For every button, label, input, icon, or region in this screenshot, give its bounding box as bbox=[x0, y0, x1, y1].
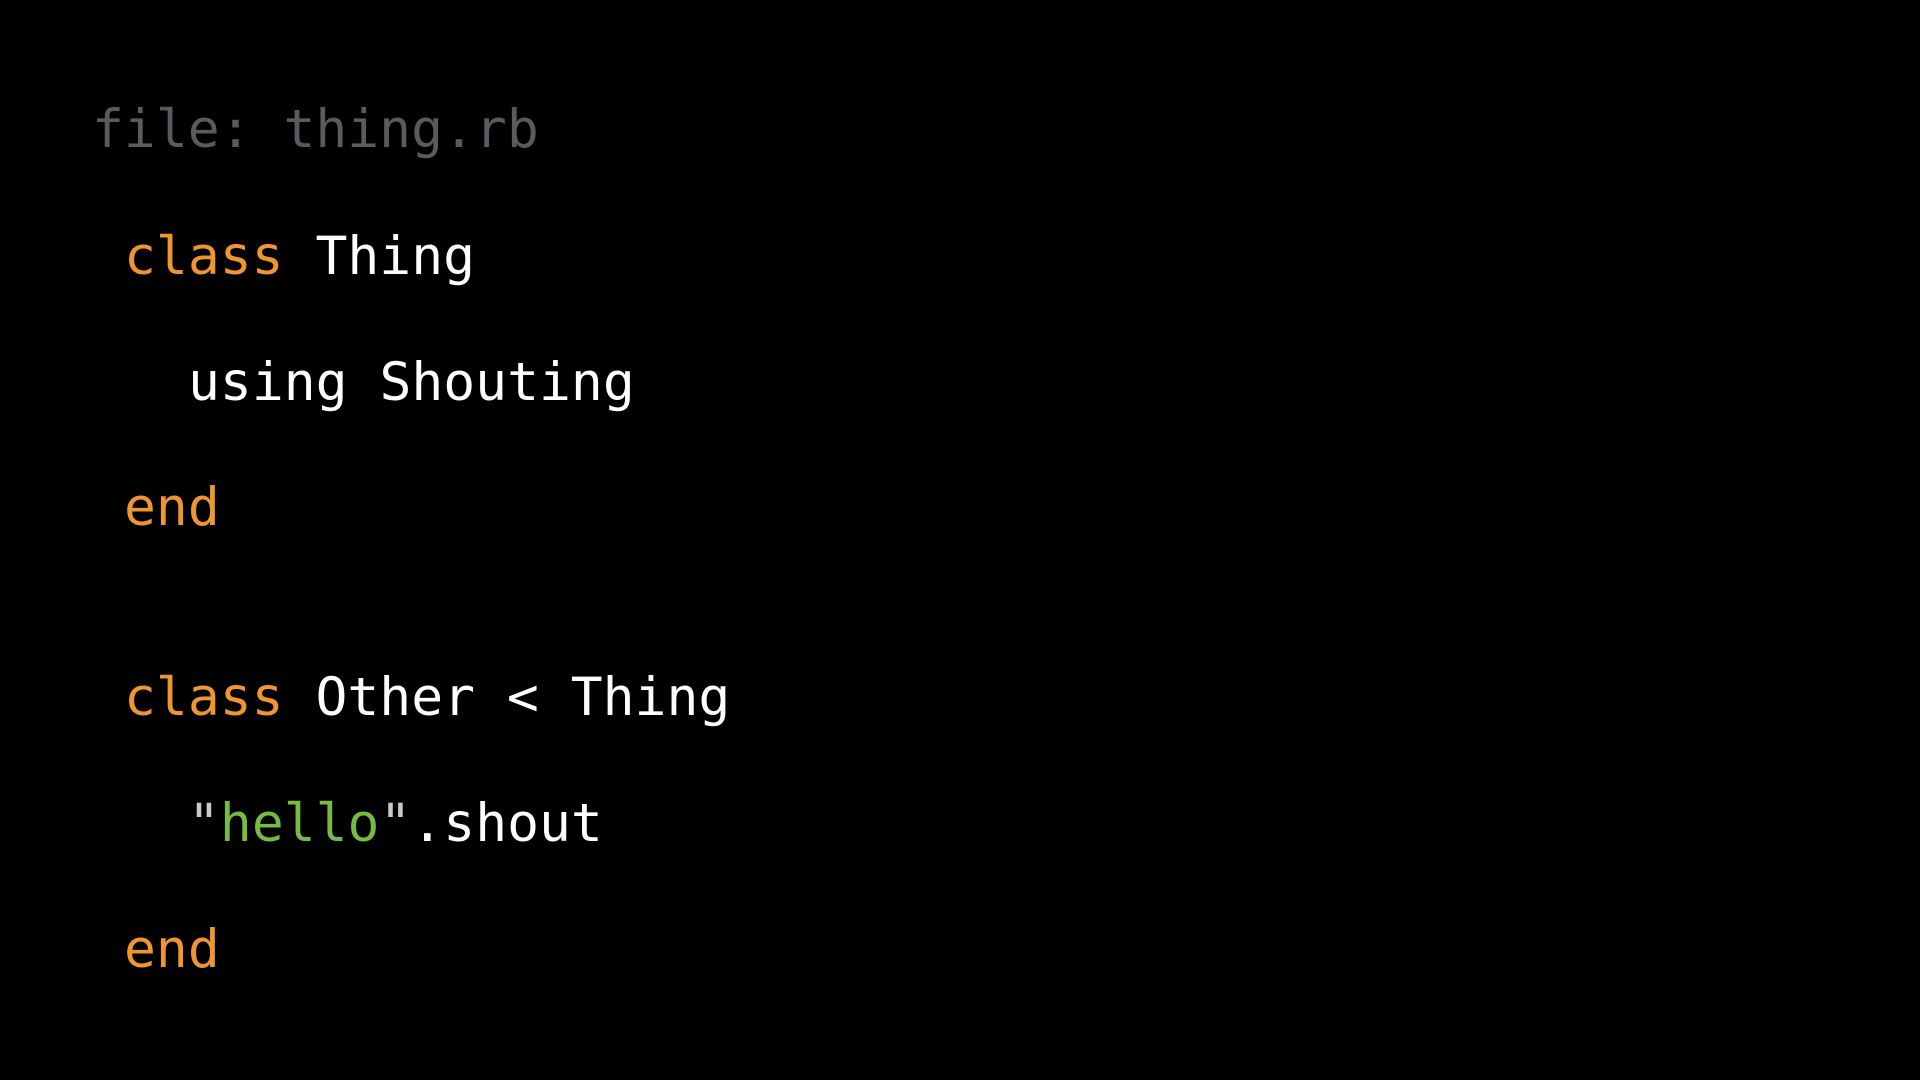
string-close-quote: " bbox=[379, 793, 412, 854]
keyword-end-1: end bbox=[124, 477, 220, 538]
string-literal-hello: hello bbox=[219, 793, 380, 854]
class-name-other-inherits-thing: Other < Thing bbox=[315, 667, 731, 728]
keyword-class: class bbox=[124, 667, 284, 728]
keyword-class: class bbox=[124, 226, 284, 287]
code-slide: file: thing.rb class Thing using Shoutin… bbox=[0, 0, 1920, 1080]
code-line-class-thing: class Thing bbox=[124, 222, 475, 292]
code-line-class-other: class Other < Thing bbox=[124, 663, 730, 733]
class-name-thing: Thing bbox=[315, 226, 476, 287]
keyword-end-2: end bbox=[124, 919, 220, 980]
code-line-using-shouting: using Shouting bbox=[188, 352, 635, 413]
code-line-hello-shout: "hello".shout bbox=[188, 789, 603, 859]
file-name-label: file: thing.rb bbox=[92, 99, 539, 160]
string-open-quote: " bbox=[188, 793, 220, 854]
method-call-shout: .shout bbox=[411, 793, 603, 854]
